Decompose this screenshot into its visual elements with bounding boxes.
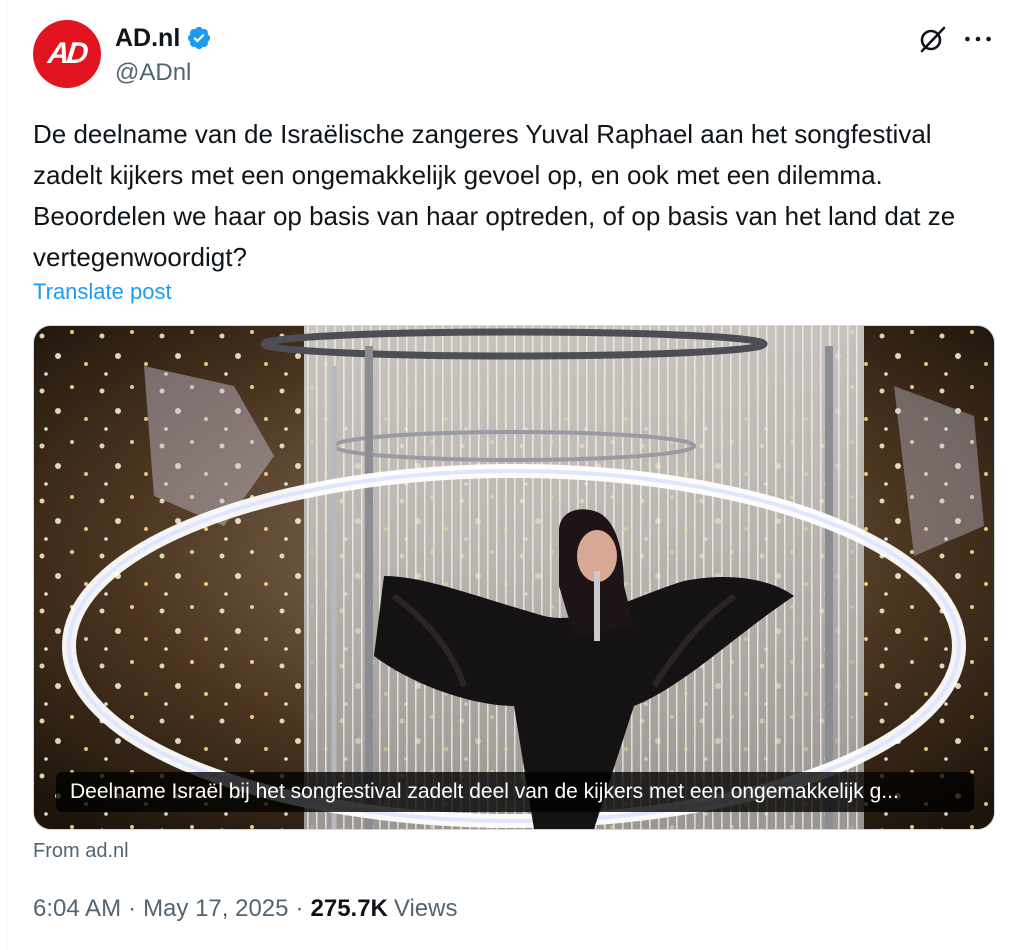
author-display-name[interactable]: AD.nl [115, 22, 180, 54]
post-text: De deelname van de Israëlische zangeres … [33, 119, 956, 272]
views-label: Views [393, 895, 458, 922]
stage-photo [34, 326, 994, 829]
author-handle[interactable]: @ADnl [115, 58, 191, 88]
post-time[interactable]: 6:04 AM [33, 893, 121, 925]
column-border [6, 0, 7, 950]
grok-icon[interactable] [917, 24, 947, 54]
post-meta: 6:04 AM · May 17, 2025 · 275.7K Views [33, 893, 457, 925]
link-card-media[interactable]: Deelname Israël bij het songfestival zad… [33, 325, 995, 830]
views-count: 275.7K [310, 895, 388, 922]
more-icon[interactable] [961, 24, 995, 54]
post-date[interactable]: May 17, 2025 [143, 893, 288, 925]
verified-badge-icon[interactable] [186, 25, 212, 51]
link-card-caption[interactable]: Deelname Israël bij het songfestival zad… [70, 780, 899, 804]
link-card-caption-box[interactable]: Deelname Israël bij het songfestival zad… [56, 772, 974, 812]
separator: · [128, 895, 137, 922]
avatar-logo-text: AD [46, 37, 88, 70]
separator: · [295, 895, 304, 922]
avatar[interactable]: AD [33, 20, 101, 88]
link-source[interactable]: From ad.nl [33, 837, 129, 865]
post-header: AD AD.nl @ADnl [33, 20, 993, 90]
translate-post-link[interactable]: Translate post [33, 277, 172, 307]
author-name-row: AD.nl [115, 22, 212, 54]
